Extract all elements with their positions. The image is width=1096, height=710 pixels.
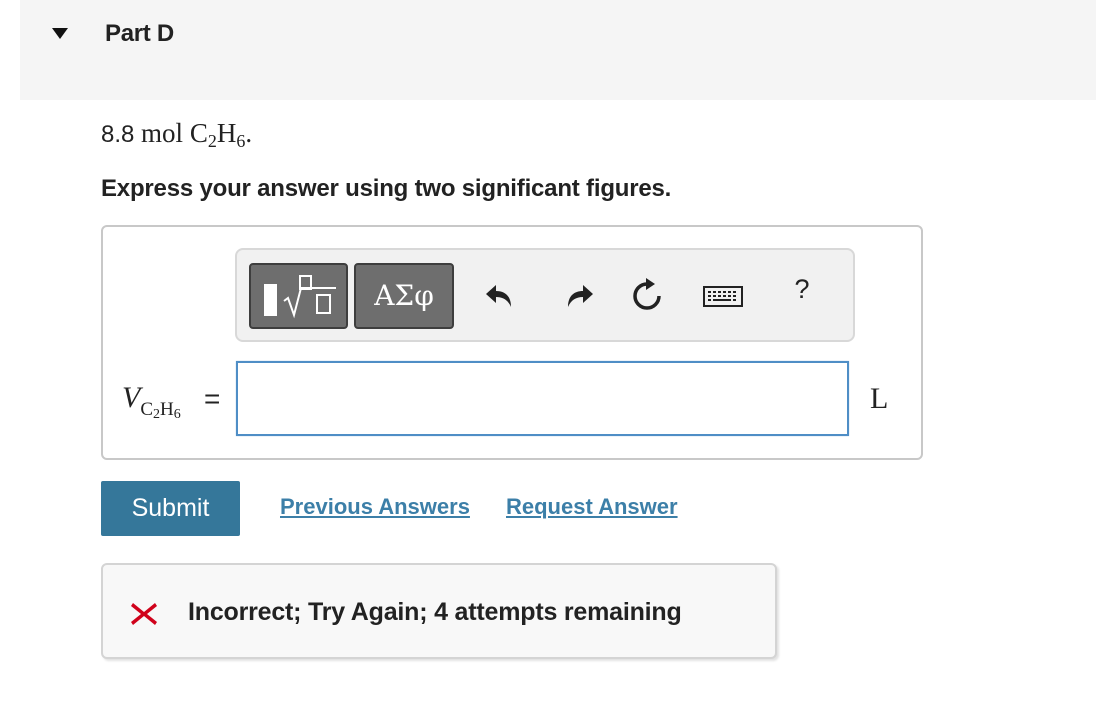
- reset-icon[interactable]: [627, 276, 667, 316]
- answer-input[interactable]: [236, 361, 849, 436]
- sqrt-template-icon: [264, 275, 336, 319]
- submit-button[interactable]: Submit: [101, 481, 240, 536]
- instruction-text: Express your answer using two significan…: [101, 175, 672, 202]
- collapse-caret-icon[interactable]: [52, 28, 68, 39]
- feedback-box: Incorrect; Try Again; 4 attempts remaini…: [101, 563, 777, 659]
- help-button[interactable]: ?: [782, 274, 822, 314]
- undo-icon[interactable]: [481, 276, 521, 316]
- feedback-message: Incorrect; Try Again; 4 attempts remaini…: [188, 598, 682, 626]
- part-title: Part D: [105, 20, 174, 47]
- request-answer-link[interactable]: Request Answer: [506, 494, 678, 520]
- answer-unit: L: [870, 382, 889, 415]
- redo-icon[interactable]: [558, 276, 598, 316]
- equals-sign: =: [204, 383, 221, 414]
- previous-answers-link[interactable]: Previous Answers: [280, 494, 470, 520]
- answer-variable: VC2H6: [122, 381, 181, 422]
- x-icon: [131, 603, 157, 625]
- keyboard-icon[interactable]: [702, 276, 744, 316]
- math-toolbar: ΑΣφ ?: [235, 248, 855, 342]
- part-header: [20, 0, 1096, 100]
- formula: C2H6: [189, 118, 246, 151]
- templates-button[interactable]: [249, 263, 348, 329]
- greek-symbols-button[interactable]: ΑΣφ: [354, 263, 454, 329]
- amount-value: 8.8: [101, 121, 135, 148]
- amount-unit: mol: [141, 118, 184, 148]
- problem-statement: 8.8 mol C2H6.: [101, 118, 253, 151]
- greek-label: ΑΣφ: [374, 279, 434, 312]
